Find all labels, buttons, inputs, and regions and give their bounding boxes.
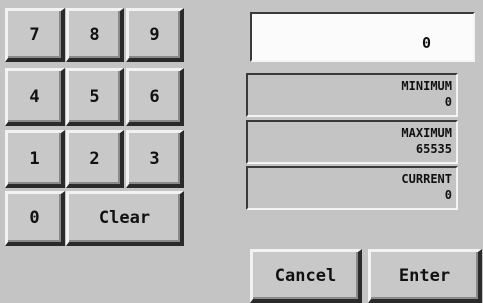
minimum-label: MINIMUM xyxy=(401,79,452,93)
clear-button[interactable]: Clear xyxy=(66,191,184,246)
key-5[interactable]: 5 xyxy=(66,68,124,126)
maximum-panel: MAXIMUM 65535 xyxy=(246,120,458,164)
maximum-value: 65535 xyxy=(415,142,452,156)
current-panel: CURRENT 0 xyxy=(246,166,458,210)
key-8[interactable]: 8 xyxy=(66,8,124,62)
enter-button[interactable]: Enter xyxy=(368,249,482,303)
current-label: CURRENT xyxy=(401,172,452,186)
maximum-label: MAXIMUM xyxy=(401,126,452,140)
entry-display: 0 xyxy=(250,12,475,62)
key-1[interactable]: 1 xyxy=(5,130,65,188)
numeric-keypad-dialog: 7 8 9 4 5 6 1 2 3 0 Clear 0 MINIMUM 0 MA… xyxy=(0,0,483,303)
current-value: 0 xyxy=(444,188,452,202)
key-4[interactable]: 4 xyxy=(5,68,65,126)
minimum-value: 0 xyxy=(444,95,452,109)
entry-value: 0 xyxy=(421,34,431,52)
key-6[interactable]: 6 xyxy=(126,68,184,126)
key-0[interactable]: 0 xyxy=(5,191,65,246)
cancel-button[interactable]: Cancel xyxy=(250,249,362,303)
minimum-panel: MINIMUM 0 xyxy=(246,73,458,117)
key-9[interactable]: 9 xyxy=(126,8,184,62)
key-2[interactable]: 2 xyxy=(66,130,124,188)
key-3[interactable]: 3 xyxy=(126,130,184,188)
key-7[interactable]: 7 xyxy=(5,8,65,62)
